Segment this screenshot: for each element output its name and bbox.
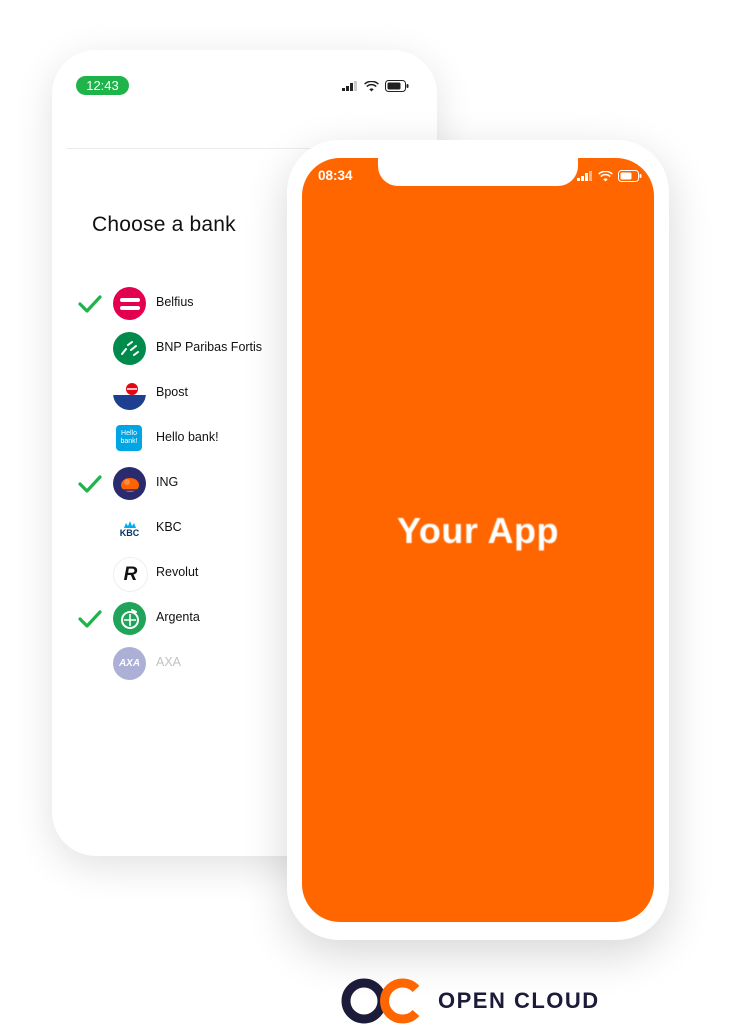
open-cloud-logo-icon xyxy=(341,978,420,1024)
kbc-logo-text: KBC xyxy=(119,527,140,538)
bnp-logo-icon xyxy=(113,332,146,365)
bpost-logo-icon xyxy=(113,377,146,410)
signal-icon xyxy=(342,81,357,91)
bank-name: Argenta xyxy=(156,610,200,624)
open-cloud-brand: OPEN CLOUD xyxy=(340,977,600,1025)
axa-logo-icon: AXA xyxy=(113,647,146,680)
battery-icon xyxy=(618,170,642,182)
page-title: Choose a bank xyxy=(92,213,236,236)
app-title: Your App xyxy=(397,510,559,551)
status-icons xyxy=(342,80,409,92)
bank-name: Bpost xyxy=(156,385,188,399)
wifi-icon xyxy=(598,170,613,181)
bank-name: Revolut xyxy=(156,565,199,579)
battery-icon xyxy=(385,80,409,92)
check-icon xyxy=(78,475,102,493)
belfius-logo-icon xyxy=(113,287,146,320)
bank-name: Hello bank! xyxy=(156,430,219,444)
bank-name: AXA xyxy=(156,655,182,669)
app-screen: 08:34 Your App xyxy=(302,158,654,922)
check-icon xyxy=(78,610,102,628)
brand-name: OPEN CLOUD xyxy=(438,988,600,1013)
bank-name: Belfius xyxy=(156,295,194,309)
kbc-logo-icon: KBC xyxy=(113,512,146,545)
hellobank-logo-icon: Hello bank! xyxy=(116,425,142,451)
argenta-logo-icon xyxy=(113,602,146,635)
revolut-logo-icon: R xyxy=(113,557,148,592)
status-icons xyxy=(577,170,642,182)
phone-notch xyxy=(378,158,578,186)
status-time: 12:43 xyxy=(76,76,129,95)
status-time: 08:34 xyxy=(318,168,353,183)
app-phone: 08:34 Your App xyxy=(287,140,669,940)
bank-name: ING xyxy=(156,475,179,489)
check-icon xyxy=(78,295,102,313)
signal-icon xyxy=(577,171,592,181)
bank-name: BNP Paribas Fortis xyxy=(156,340,263,354)
bank-name: KBC xyxy=(156,520,182,534)
wifi-icon xyxy=(364,80,379,91)
ing-lion-logo-icon xyxy=(113,467,146,500)
